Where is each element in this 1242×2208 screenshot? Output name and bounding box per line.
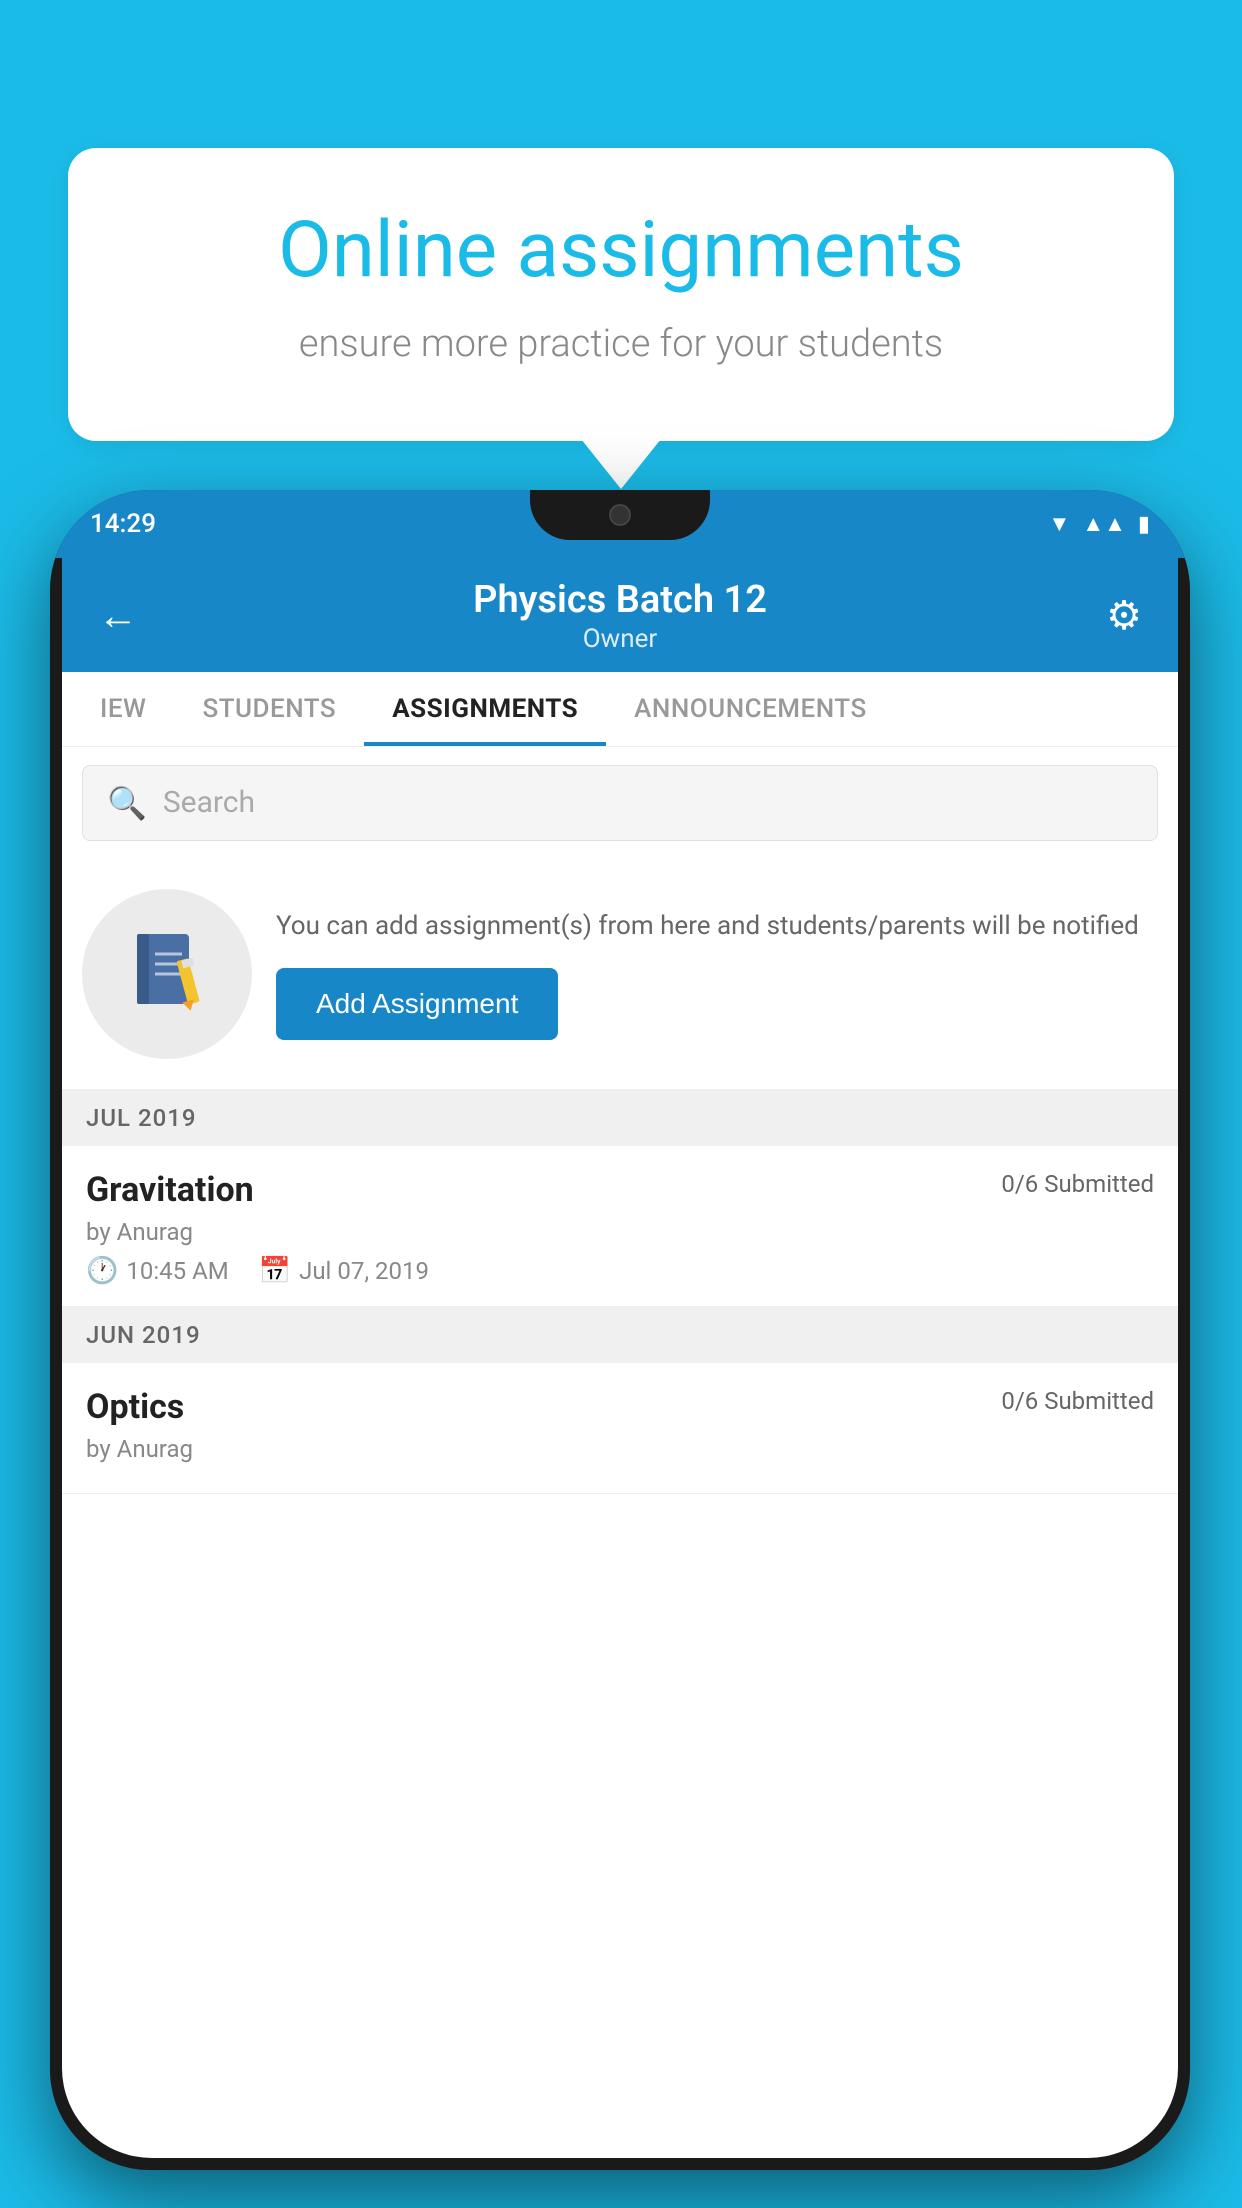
header-title-block: Physics Batch 12 Owner: [158, 578, 1082, 654]
tab-iew[interactable]: IEW: [72, 672, 174, 746]
assignment-gravitation-title: Gravitation: [86, 1170, 254, 1210]
add-assignment-button[interactable]: Add Assignment: [276, 968, 558, 1040]
phone-screen: ← Physics Batch 12 Owner ⚙ IEW STUDENTS …: [62, 558, 1178, 2158]
search-icon: 🔍: [107, 784, 147, 822]
status-icons: ▼ ▲▲ ▮: [1049, 511, 1150, 537]
assignment-gravitation-header: Gravitation 0/6 Submitted: [86, 1170, 1154, 1210]
search-bar[interactable]: 🔍 Search: [82, 765, 1158, 841]
add-assignment-promo: You can add assignment(s) from here and …: [62, 859, 1178, 1090]
gravitation-date-value: Jul 07, 2019: [299, 1257, 429, 1285]
gravitation-time: 🕐 10:45 AM: [86, 1256, 229, 1286]
assignment-gravitation-by: by Anurag: [86, 1218, 1154, 1246]
app-header: ← Physics Batch 12 Owner ⚙: [62, 558, 1178, 672]
batch-title: Physics Batch 12: [158, 578, 1082, 624]
gravitation-time-value: 10:45 AM: [126, 1257, 228, 1285]
back-button[interactable]: ←: [98, 592, 158, 639]
gravitation-date: 📅 Jul 07, 2019: [259, 1256, 429, 1286]
tab-students[interactable]: STUDENTS: [174, 672, 364, 746]
search-input[interactable]: Search: [163, 785, 255, 820]
assignment-optics-submitted: 0/6 Submitted: [1001, 1387, 1154, 1415]
speech-bubble-container: Online assignments ensure more practice …: [68, 148, 1174, 441]
tab-assignments[interactable]: ASSIGNMENTS: [364, 672, 606, 746]
battery-icon: ▮: [1138, 512, 1150, 537]
status-bar: 14:29 ▼ ▲▲ ▮: [50, 490, 1190, 558]
speech-bubble: Online assignments ensure more practice …: [68, 148, 1174, 441]
speech-bubble-subtext: ensure more practice for your students: [148, 318, 1094, 371]
assignment-optics[interactable]: Optics 0/6 Submitted by Anurag: [62, 1363, 1178, 1494]
assignment-optics-by: by Anurag: [86, 1435, 1154, 1463]
assignment-optics-title: Optics: [86, 1387, 184, 1427]
assignment-optics-header: Optics 0/6 Submitted: [86, 1387, 1154, 1427]
section-jul-2019: JUL 2019: [62, 1090, 1178, 1146]
assignment-gravitation-submitted: 0/6 Submitted: [1001, 1170, 1154, 1198]
section-jun-2019: JUN 2019: [62, 1307, 1178, 1363]
promo-icon-circle: [82, 889, 252, 1059]
status-time: 14:29: [90, 509, 156, 539]
assignment-gravitation-meta: 🕐 10:45 AM 📅 Jul 07, 2019: [86, 1256, 1154, 1286]
settings-button[interactable]: ⚙: [1082, 592, 1142, 639]
wifi-icon: ▼: [1049, 511, 1071, 537]
promo-content: You can add assignment(s) from here and …: [276, 907, 1154, 1040]
speech-bubble-heading: Online assignments: [148, 208, 1094, 294]
calendar-icon: 📅: [259, 1256, 291, 1286]
camera: [609, 504, 631, 526]
clock-icon: 🕐: [86, 1256, 118, 1286]
assignment-gravitation[interactable]: Gravitation 0/6 Submitted by Anurag 🕐 10…: [62, 1146, 1178, 1307]
notebook-icon: [127, 929, 207, 1019]
phone-notch: [530, 490, 710, 540]
search-container: 🔍 Search: [62, 747, 1178, 859]
promo-text: You can add assignment(s) from here and …: [276, 907, 1154, 946]
batch-subtitle: Owner: [158, 624, 1082, 654]
phone-frame: 14:29 ▼ ▲▲ ▮ ← Physics Batch 12 Owner ⚙ …: [50, 490, 1190, 2170]
signal-icon: ▲▲: [1082, 511, 1126, 537]
tabs-bar: IEW STUDENTS ASSIGNMENTS ANNOUNCEMENTS: [62, 672, 1178, 747]
tab-announcements[interactable]: ANNOUNCEMENTS: [606, 672, 895, 746]
